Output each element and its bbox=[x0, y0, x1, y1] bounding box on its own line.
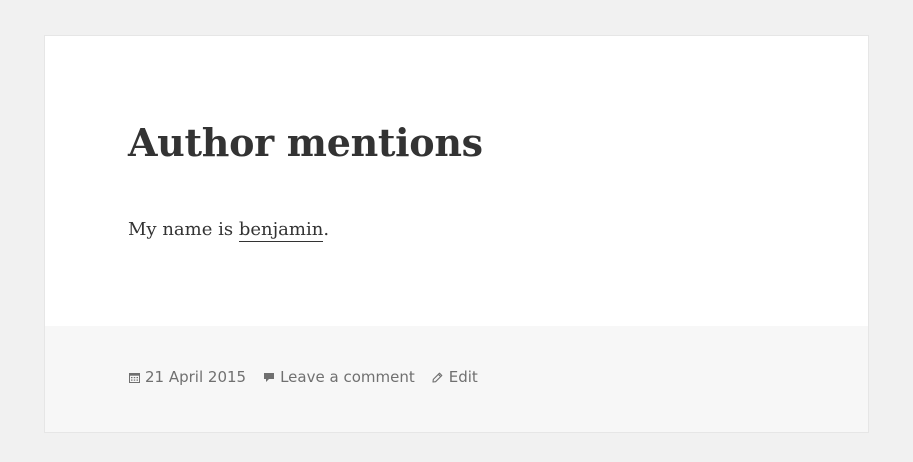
post-title: Author mentions bbox=[128, 120, 483, 165]
comment-icon bbox=[263, 371, 275, 383]
content-prefix: My name is bbox=[128, 219, 239, 240]
author-mention-link[interactable]: benjamin bbox=[238, 219, 324, 242]
leave-comment-link[interactable]: Leave a comment bbox=[280, 368, 415, 386]
calendar-icon bbox=[128, 371, 140, 383]
comments-link-wrapper: Leave a comment bbox=[263, 368, 415, 386]
post-content: My name is benjamin. bbox=[128, 216, 329, 244]
entry-header: Author mentions bbox=[128, 118, 483, 168]
edit-link[interactable]: Edit bbox=[449, 368, 478, 386]
post-article: Author mentions My name is benjamin. 21 … bbox=[44, 35, 869, 433]
post-meta: 21 April 2015 Leave a comment Edit bbox=[128, 368, 495, 386]
content-suffix: . bbox=[323, 219, 330, 240]
post-date-link[interactable]: 21 April 2015 bbox=[145, 368, 246, 386]
posted-on: 21 April 2015 bbox=[128, 368, 246, 386]
entry-footer: 21 April 2015 Leave a comment Edit bbox=[45, 326, 868, 432]
pencil-icon bbox=[432, 371, 444, 383]
post-paragraph: My name is benjamin. bbox=[128, 216, 329, 244]
edit-link-wrapper: Edit bbox=[432, 368, 478, 386]
